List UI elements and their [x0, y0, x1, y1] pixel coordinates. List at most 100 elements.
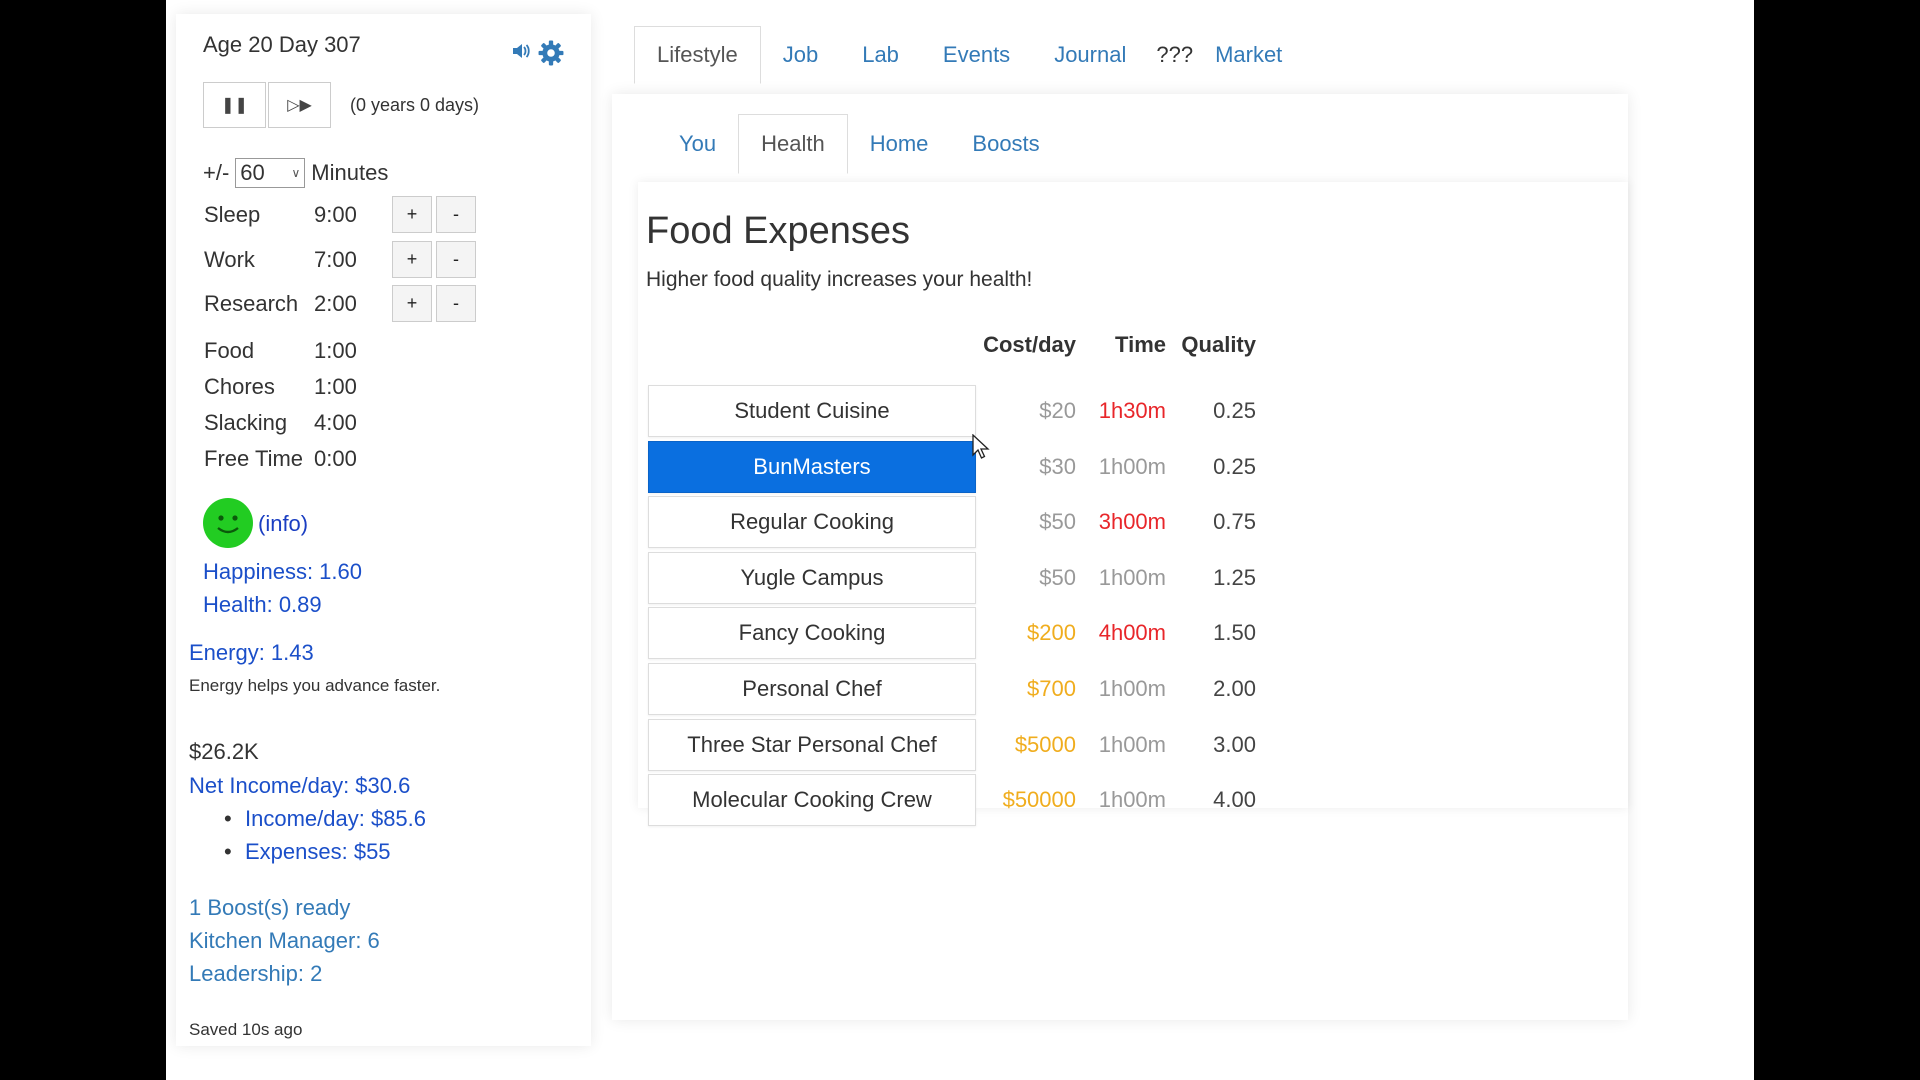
food-time: 1h00m [1098, 732, 1166, 757]
work-minus-button[interactable]: - [436, 241, 476, 278]
header-cost: Cost/day [983, 332, 1076, 357]
time-value: 1:00 [314, 338, 357, 363]
research-plus-button[interactable]: + [392, 285, 432, 322]
food-option-button[interactable]: Regular Cooking [648, 496, 976, 548]
tab-job[interactable]: Job [761, 26, 840, 84]
fast-forward-icon: ▷▶ [287, 97, 312, 114]
sub-tabs: You Health Home Boosts [657, 114, 1062, 174]
interval-select[interactable]: 60 ∨ [235, 158, 306, 188]
work-plus-button[interactable]: + [392, 241, 432, 278]
kitchen-manager-skill[interactable]: Kitchen Manager: 6 [189, 928, 380, 954]
time-label: Sleep [204, 202, 261, 227]
food-quality: 3.00 [1213, 732, 1256, 757]
health-stat: Health: 0.89 [203, 592, 322, 617]
time-row-work: Work 7:00 + - [204, 241, 504, 281]
time-label: Food [204, 338, 255, 363]
food-option-button[interactable]: Molecular Cooking Crew [648, 774, 976, 826]
money: $26.2K [189, 739, 259, 764]
smiley-icon [203, 498, 253, 548]
expenses: Expenses: $55 [245, 839, 391, 864]
main-tabs: Lifestyle Job Lab Events Journal ??? Mar… [634, 26, 1304, 86]
time-label: Chores [204, 374, 275, 399]
interval-value: 60 [240, 160, 265, 185]
leadership-skill[interactable]: Leadership: 2 [189, 961, 322, 987]
age-day: Age 20 Day 307 [203, 32, 361, 57]
bullet-icon: • [224, 806, 232, 831]
subtab-health[interactable]: Health [738, 114, 848, 174]
food-cost: $50 [1039, 565, 1076, 590]
food-cost: $30 [1039, 454, 1076, 479]
chevron-down-icon: ∨ [291, 166, 301, 180]
time-row-sleep: Sleep 9:00 + - [204, 196, 504, 236]
food-quality: 4.00 [1213, 787, 1256, 812]
mouse-cursor-icon [972, 434, 990, 459]
food-time: 1h00m [1098, 454, 1166, 479]
page-subtitle: Higher food quality increases your healt… [646, 268, 1033, 291]
speaker-icon[interactable] [511, 41, 531, 61]
time-value: 1:00 [314, 374, 357, 399]
elapsed-time: (0 years 0 days) [350, 95, 480, 115]
food-cost: $5000 [1014, 732, 1076, 757]
income-per-day: Income/day: $85.6 [245, 806, 427, 831]
food-option-button[interactable]: Student Cuisine [648, 385, 976, 437]
time-row-free-time: Free Time 0:00 [204, 440, 504, 480]
sleep-minus-button[interactable]: - [436, 196, 476, 233]
food-cost: $50 [1039, 509, 1076, 534]
subtab-boosts[interactable]: Boosts [950, 114, 1061, 174]
subtab-you[interactable]: You [657, 114, 738, 174]
time-label: Research [204, 291, 299, 316]
food-quality: 2.00 [1213, 676, 1256, 701]
pause-icon: ❚❚ [221, 97, 248, 114]
tab-market[interactable]: Market [1201, 26, 1304, 84]
research-minus-button[interactable]: - [436, 285, 476, 322]
food-quality: 0.25 [1213, 398, 1256, 423]
time-label: Slacking [204, 410, 288, 435]
time-row-research: Research 2:00 + - [204, 285, 504, 325]
interval-unit: Minutes [311, 160, 389, 185]
tab-journal[interactable]: Journal [1032, 26, 1148, 84]
time-value: 7:00 [314, 247, 357, 272]
time-row-slacking: Slacking 4:00 [204, 404, 504, 444]
interval-control: +/- 60 ∨ Minutes [203, 158, 388, 188]
gear-icon[interactable] [538, 40, 564, 66]
time-row-chores: Chores 1:00 [204, 368, 504, 408]
tab-lab[interactable]: Lab [840, 26, 921, 84]
sidebar: Age 20 Day 307 ❚❚ ▷▶ (0 years 0 days) +/… [176, 14, 591, 1046]
subtab-home[interactable]: Home [848, 114, 951, 174]
energy-stat: Energy: 1.43 [189, 640, 314, 665]
header-quality: Quality [1181, 332, 1256, 357]
sleep-plus-button[interactable]: + [392, 196, 432, 233]
boosts-ready-link[interactable]: 1 Boost(s) ready [189, 895, 350, 921]
game-window: Age 20 Day 307 ❚❚ ▷▶ (0 years 0 days) +/… [166, 0, 1754, 1080]
energy-note: Energy helps you advance faster. [189, 676, 441, 695]
food-time: 3h00m [1098, 509, 1166, 534]
food-expenses-card: Food Expenses Higher food quality increa… [638, 182, 1628, 826]
food-time: 1h00m [1098, 787, 1166, 812]
food-time: 1h00m [1098, 676, 1166, 701]
page-title: Food Expenses [646, 210, 911, 252]
food-option-button[interactable]: Personal Chef [648, 663, 976, 715]
bullet-icon: • [224, 839, 232, 864]
time-label: Work [204, 247, 255, 272]
food-cost: $700 [1027, 676, 1076, 701]
pause-button[interactable]: ❚❚ [203, 82, 266, 128]
food-option-button[interactable]: BunMasters [648, 441, 976, 493]
time-label: Free Time [204, 446, 304, 471]
food-time: 1h00m [1098, 565, 1166, 590]
tab-events[interactable]: Events [921, 26, 1032, 84]
food-cost: $20 [1039, 398, 1076, 423]
food-quality: 0.75 [1213, 509, 1256, 534]
food-option-button[interactable]: Yugle Campus [648, 552, 976, 604]
info-link[interactable]: (info) [258, 511, 308, 537]
time-value: 4:00 [314, 410, 357, 435]
food-time: 1h30m [1098, 398, 1166, 423]
food-quality: 0.25 [1213, 454, 1256, 479]
header-time: Time [1115, 332, 1166, 357]
tab-unknown[interactable]: ??? [1148, 26, 1201, 84]
time-value: 0:00 [314, 446, 357, 471]
time-row-food: Food 1:00 [204, 332, 504, 372]
food-option-button[interactable]: Three Star Personal Chef [648, 719, 976, 771]
food-option-button[interactable]: Fancy Cooking [648, 607, 976, 659]
fast-forward-button[interactable]: ▷▶ [268, 82, 331, 128]
tab-lifestyle[interactable]: Lifestyle [634, 26, 761, 84]
